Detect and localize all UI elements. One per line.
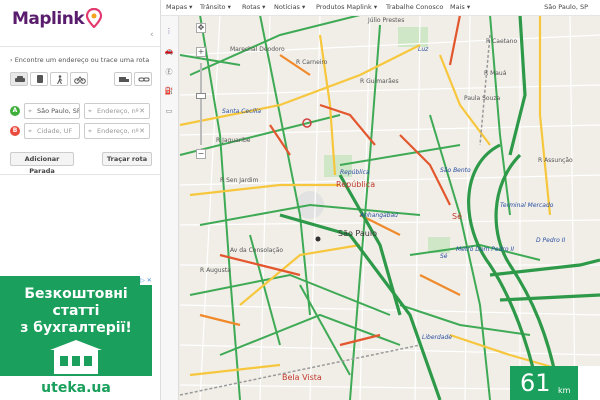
find-route-hint: › Encontre um endereço ou trace uma rota [10,56,149,64]
label-luz: Luz [418,46,429,53]
nav-transito[interactable]: Trânsito ▾ [200,3,231,11]
mode-bike-button[interactable] [70,72,88,86]
speed-indicator: 61 km [510,366,600,400]
label-r-assuncao: R Assunção [538,157,573,164]
mode-car-button[interactable] [10,72,28,86]
ad-close-icon[interactable]: ▷ ✕ [140,276,152,285]
pin-icon: ⌖ [88,107,92,115]
car-icon [15,76,25,82]
label-av-consolacao: Av da Consolação [230,247,284,254]
ad-line-3: з бухгалтерії! [20,320,132,336]
label-bela-vista: Bela Vista [282,373,322,382]
mode-truck-button[interactable] [114,72,132,86]
nav-mais[interactable]: Mais ▾ [450,3,470,11]
ad-headline: Безкоштовні статті з бухгалтерії! [0,286,152,337]
label-julio-prestes: Júlio Prestes [368,17,405,24]
layers-icon[interactable]: ⋮ [164,27,174,37]
find-route-text: Encontre um endereço ou trace uma rota [14,56,150,64]
speed-unit: km [558,386,571,395]
clear-icon[interactable]: ✕ [139,124,145,138]
bus-icon [37,75,43,83]
trace-route-button[interactable]: Traçar rota [102,152,152,166]
map-toolbar: ⋮ 🚗 Ⓔ ⛽ ▭ [160,15,179,400]
origin-address-field[interactable]: ⌖ Endereço, nº ✕ [84,103,150,119]
destination-address-field[interactable]: ⌖ Endereço, nº ✕ [84,123,150,139]
electric-layer-icon[interactable]: Ⓔ [164,67,174,77]
origin-address-placeholder: Endereço, nº [97,107,139,115]
pin-icon: ⌖ [28,107,32,115]
map-view[interactable]: ⋮ 🚗 Ⓔ ⛽ ▭ ✥ + − Júlio Prestes Marechal D… [160,15,600,400]
brand-logo[interactable]: Maplink [12,9,85,29]
label-r-caetano: R Caetano [486,38,518,45]
destination-address-placeholder: Endereço, nº [97,127,139,135]
label-r-guimaraes: R Guimarães [360,78,399,85]
speed-value: 61 [520,369,551,397]
label-anhangabau: Anhangabaú [360,212,398,219]
top-navigation: Mapas ▾ Trânsito ▾ Rotas ▾ Notícias ▾ Pr… [160,0,600,16]
waypoint-a-marker: A [10,106,20,116]
label-metro-dom-pedro: Metrô Dom Pedro II [456,246,515,253]
label-se-station: Sé [440,253,448,260]
pan-control-icon[interactable]: ✥ [196,23,206,33]
waypoint-b-marker: B [10,126,20,136]
mode-link-button[interactable] [134,72,152,86]
label-liberdade: Liberdade [422,334,452,341]
chevron-right-icon: › [10,56,13,64]
origin-city-value: São Paulo, SP [37,107,80,115]
nav-mapas[interactable]: Mapas ▾ [166,3,192,11]
link-icon [138,77,150,82]
label-r-carneiro: R Carneiro [296,59,328,66]
destination-city-placeholder: Cidade, UF [37,127,73,135]
label-r-maua: R Mauá [484,70,507,77]
label-r-augusta: R Augusta [200,267,231,274]
walk-icon [57,75,63,84]
ad-brand: uteka.ua [41,380,111,396]
label-pedro-ii: D Pedro II [536,237,566,244]
zoom-slider-track[interactable] [200,63,202,145]
logo-pin-icon [86,8,102,28]
ad-line-1: Безкоштовні [24,286,128,302]
pin-icon: ⌖ [88,127,92,135]
label-republica-station: República [340,169,370,176]
label-santa-cecilia: Santa Cecília [222,108,262,115]
bike-icon [74,76,86,84]
car-layer-icon[interactable]: 🚗 [164,47,174,57]
zoom-in-button[interactable]: + [196,47,206,57]
mode-bus-button[interactable] [30,72,48,86]
divider [0,46,160,47]
ad-line-2: статті [52,303,100,319]
origin-city-field[interactable]: ⌖ São Paulo, SP [24,103,80,119]
nav-produtos[interactable]: Produtos Maplink ▾ [316,3,377,11]
nav-noticias[interactable]: Notícias ▾ [274,3,305,11]
label-marechal-deodoro: Marechal Deodoro [230,46,285,53]
label-paula-souza: Paula Souza [464,95,501,102]
label-r-sen-jardim: R Sen Jardim [220,177,259,184]
current-city[interactable]: São Paulo, SP [544,3,588,11]
zoom-slider-handle[interactable] [196,93,206,99]
divider [0,174,160,175]
sidebar-panel: Maplink ‹ › Encontre um endereço ou trac… [0,0,161,400]
add-stop-button[interactable]: Adicionar Parada [10,152,74,175]
fuel-layer-icon[interactable]: ⛽ [164,87,174,97]
mode-walk-button[interactable] [50,72,68,86]
collapse-panel-icon[interactable]: ‹ [150,30,154,40]
clear-icon[interactable]: ✕ [139,104,145,118]
label-se-district: Sé [452,212,462,221]
shop-illustration-icon [50,340,102,374]
nav-rotas[interactable]: Rotas ▾ [242,3,265,11]
label-terminal-mercado: Terminal Mercado [500,202,554,209]
label-r-jaguaribe: R Jaguaribe [216,137,251,144]
label-sao-bento: São Bento [440,167,471,174]
label-republica-district: República [336,180,376,189]
zoom-control: ✥ + − [182,23,210,173]
label-sao-paulo: São Paulo [338,229,377,238]
speed-indicator-side [578,366,600,400]
pin-icon: ⌖ [28,127,32,135]
nav-trabalhe[interactable]: Trabalhe Conosco [386,3,443,11]
zoom-out-button[interactable]: − [196,149,206,159]
camera-layer-icon[interactable]: ▭ [164,107,174,117]
truck-icon [119,77,129,82]
destination-city-field[interactable]: ⌖ Cidade, UF [24,123,80,139]
advertisement-banner[interactable]: Безкоштовні статті з бухгалтерії! uteka.… [0,276,152,400]
